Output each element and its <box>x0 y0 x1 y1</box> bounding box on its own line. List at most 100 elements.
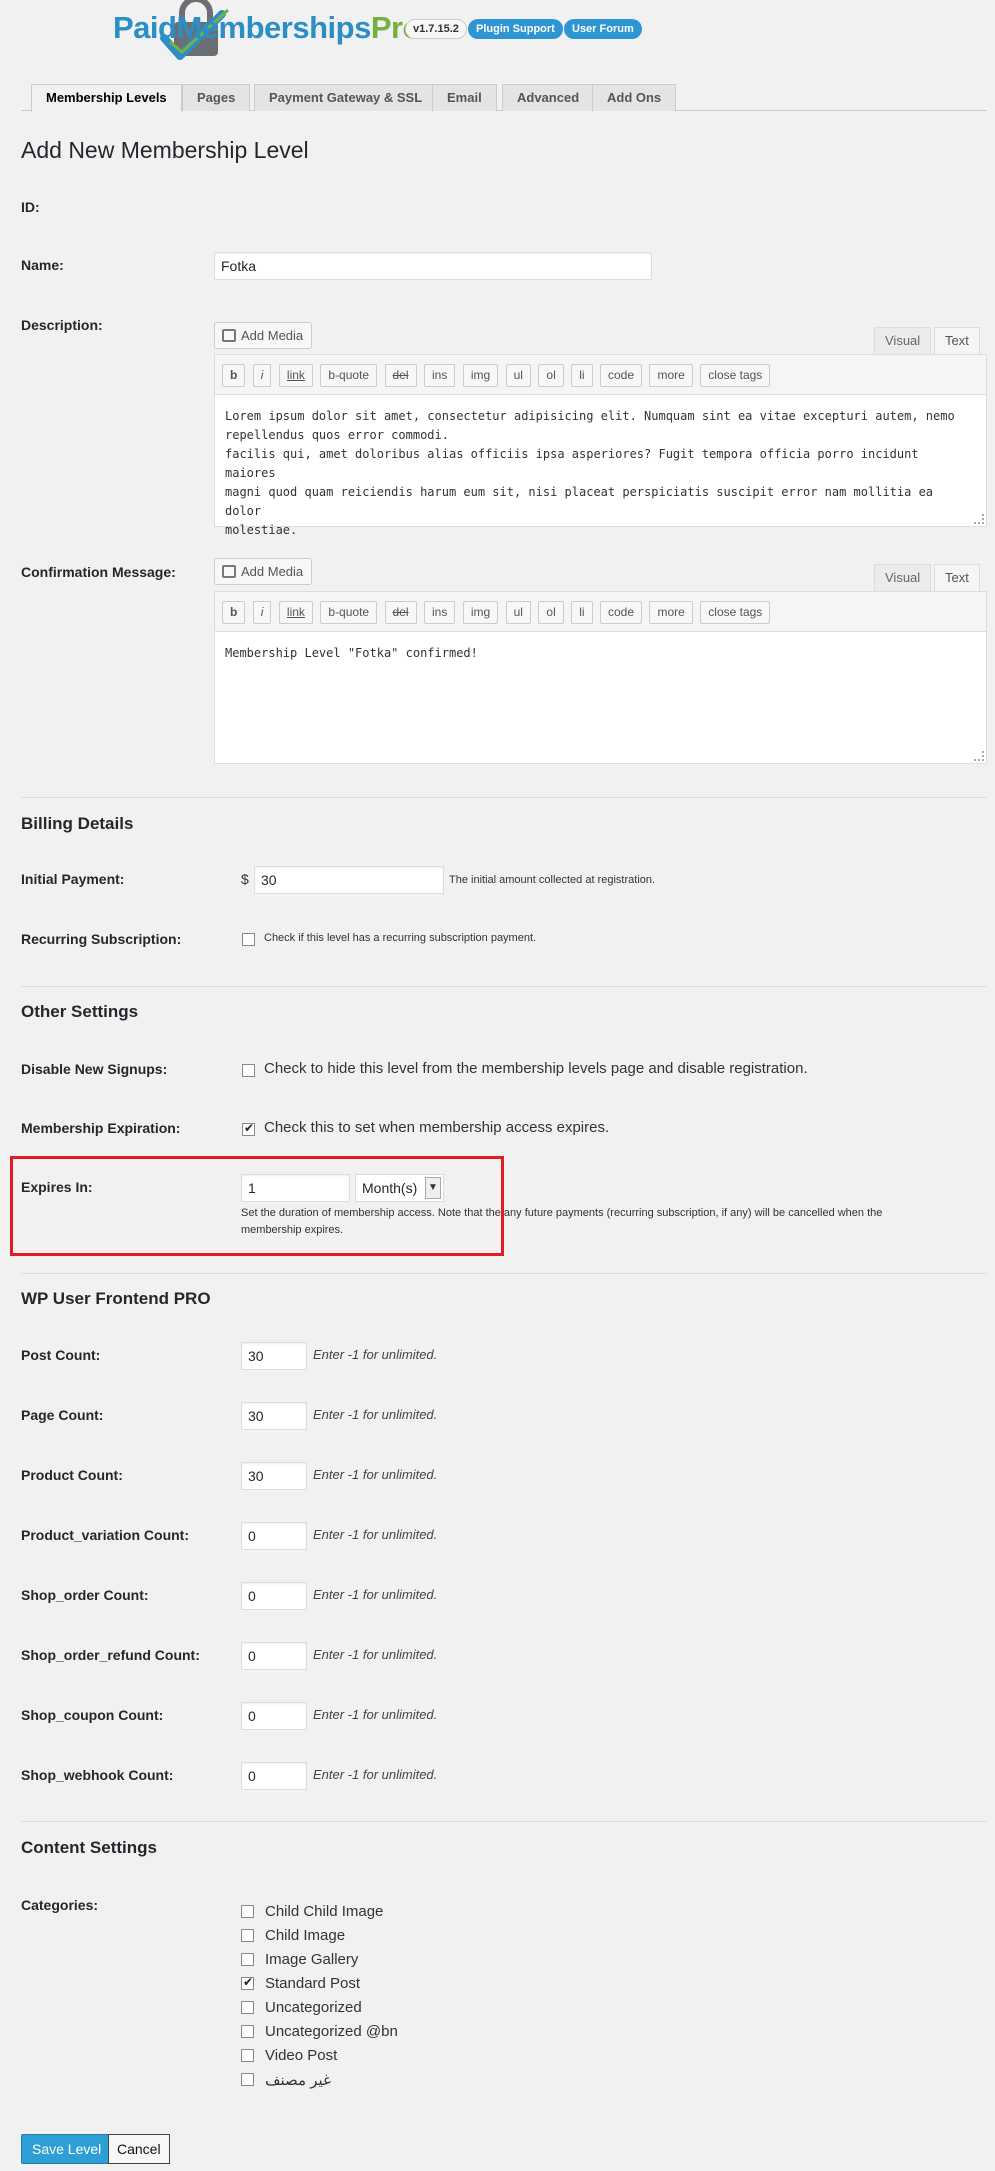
categories-label: Categories: <box>21 1897 99 1913</box>
qt-close-tags-button[interactable]: close tags <box>700 364 771 387</box>
qt-ul-button[interactable]: ul <box>505 364 531 387</box>
divider <box>21 986 987 987</box>
qt-code-button[interactable]: code <box>600 601 643 624</box>
recurring-hint: Check if this level has a recurring subs… <box>264 932 537 944</box>
tab-email[interactable]: Email <box>432 84 497 111</box>
description-textarea[interactable]: Lorem ipsum dolor sit amet, consectetur … <box>215 395 986 552</box>
product-count-hint: Enter -1 for unlimited. <box>313 1467 438 1482</box>
version-badge: v1.7.15.2 <box>405 19 467 39</box>
expires-in-number-input[interactable]: 1 <box>241 1174 350 1202</box>
product-count-label: Product Count: <box>21 1467 123 1483</box>
qt-bold-button[interactable]: b <box>222 364 246 387</box>
user-forum-button[interactable]: User Forum <box>564 19 642 39</box>
qt-link-button[interactable]: link <box>278 601 313 624</box>
qt-close-tags-button[interactable]: close tags <box>700 601 771 624</box>
category-checkbox[interactable] <box>241 1953 254 1966</box>
initial-payment-input[interactable]: 30 <box>254 866 444 894</box>
category-checkbox[interactable] <box>241 1929 254 1942</box>
qt-more-button[interactable]: more <box>649 601 693 624</box>
resize-handle-icon[interactable] <box>974 514 984 524</box>
shop-order-count-input[interactable]: 0 <box>241 1582 307 1610</box>
qt-del-button[interactable]: del <box>384 601 417 624</box>
confirmation-editor[interactable]: b i link b-quote del ins img ul ol li co… <box>214 591 987 764</box>
confirmation-text-tab[interactable]: Text <box>934 564 980 591</box>
plugin-header: PaidMembershipsPro v1.7.15.2 Plugin Supp… <box>21 0 987 84</box>
qt-ins-button[interactable]: ins <box>424 364 456 387</box>
qt-ins-button[interactable]: ins <box>424 601 456 624</box>
qt-bold-button[interactable]: b <box>222 601 246 624</box>
category-checkbox[interactable] <box>241 2049 254 2062</box>
qt-italic-button[interactable]: i <box>252 601 272 624</box>
description-add-media-button[interactable]: Add Media <box>214 322 313 349</box>
post-count-label: Post Count: <box>21 1347 101 1363</box>
description-text-tab[interactable]: Text <box>934 327 980 354</box>
tab-add-ons[interactable]: Add Ons <box>592 84 677 111</box>
shop-order-refund-count-input[interactable]: 0 <box>241 1642 307 1670</box>
description-editor[interactable]: b i link b-quote del ins img ul ol li co… <box>214 354 987 537</box>
qt-ol-button[interactable]: ol <box>538 601 564 624</box>
qt-ol-button[interactable]: ol <box>538 364 564 387</box>
confirmation-visual-tab[interactable]: Visual <box>874 564 932 591</box>
shop-coupon-count-hint: Enter -1 for unlimited. <box>313 1707 438 1722</box>
qt-ul-button[interactable]: ul <box>505 601 531 624</box>
media-icon <box>222 565 236 578</box>
category-name: Standard Post <box>265 1975 361 1992</box>
expires-in-hint-line1: Set the duration of membership access. N… <box>241 1207 883 1219</box>
content-settings-heading: Content Settings <box>21 1838 157 1857</box>
qt-more-button[interactable]: more <box>649 364 693 387</box>
resize-handle-icon[interactable] <box>974 751 984 761</box>
divider <box>21 797 987 798</box>
shop-order-refund-count-hint: Enter -1 for unlimited. <box>313 1647 438 1662</box>
plugin-support-button[interactable]: Plugin Support <box>468 19 563 39</box>
disable-signups-label: Disable New Signups: <box>21 1061 168 1077</box>
tab-membership-levels[interactable]: Membership Levels <box>31 84 182 112</box>
disable-signups-checkbox[interactable] <box>242 1064 255 1077</box>
category-name: Uncategorized @bn <box>265 2023 398 2040</box>
confirmation-add-media-button[interactable]: Add Media <box>214 558 313 585</box>
qt-blockquote-button[interactable]: b-quote <box>320 601 378 624</box>
page-count-input[interactable]: 30 <box>241 1402 307 1430</box>
qt-blockquote-button[interactable]: b-quote <box>320 364 378 387</box>
product-variation-count-label: Product_variation Count: <box>21 1527 190 1543</box>
cancel-button[interactable]: Cancel <box>108 2134 170 2164</box>
qt-del-button[interactable]: del <box>384 364 417 387</box>
qt-code-button[interactable]: code <box>600 364 643 387</box>
save-level-button[interactable]: Save Level <box>21 2134 113 2164</box>
page: PaidMembershipsPro v1.7.15.2 Plugin Supp… <box>0 0 995 2164</box>
qt-img-button[interactable]: img <box>462 364 499 387</box>
membership-expiration-checkbox[interactable] <box>242 1121 255 1136</box>
logo-word-paid: Paid <box>113 10 177 45</box>
category-checkbox[interactable] <box>241 1975 254 1990</box>
qt-img-button[interactable]: img <box>462 601 499 624</box>
tab-pages[interactable]: Pages <box>182 84 251 111</box>
shop-coupon-count-label: Shop_coupon Count: <box>21 1707 164 1723</box>
product-count-input[interactable]: 30 <box>241 1462 307 1490</box>
page-count-hint: Enter -1 for unlimited. <box>313 1407 438 1422</box>
description-quicktags: b i link b-quote del ins img ul ol li co… <box>215 355 986 395</box>
qt-li-button[interactable]: li <box>571 364 593 387</box>
tab-advanced[interactable]: Advanced <box>502 84 595 111</box>
category-checkbox[interactable] <box>241 2001 254 2014</box>
shop-webhook-count-hint: Enter -1 for unlimited. <box>313 1767 438 1782</box>
page-count-label: Page Count: <box>21 1407 104 1423</box>
category-checkbox[interactable] <box>241 1905 254 1918</box>
category-name: Video Post <box>265 2047 338 2064</box>
recurring-checkbox[interactable] <box>242 933 255 946</box>
chevron-down-icon: ▼ <box>425 1177 441 1199</box>
name-input[interactable]: Fotka <box>214 252 652 280</box>
tab-payment-gateway[interactable]: Payment Gateway & SSL <box>254 84 438 111</box>
qt-li-button[interactable]: li <box>571 601 593 624</box>
description-visual-tab[interactable]: Visual <box>874 327 932 354</box>
qt-link-button[interactable]: link <box>278 364 313 387</box>
category-checkbox[interactable] <box>241 2073 254 2086</box>
confirmation-textarea[interactable]: Membership Level "Fotka" confirmed! <box>215 632 986 675</box>
qt-italic-button[interactable]: i <box>252 364 272 387</box>
category-checkbox[interactable] <box>241 2025 254 2038</box>
product-variation-count-input[interactable]: 0 <box>241 1522 307 1550</box>
shop-coupon-count-input[interactable]: 0 <box>241 1702 307 1730</box>
logo-word-memberships: Memberships <box>176 10 371 45</box>
shop-webhook-count-input[interactable]: 0 <box>241 1762 307 1790</box>
settings-tabs: Membership Levels Pages Payment Gateway … <box>21 84 987 112</box>
expires-in-unit-select[interactable]: Month(s) ▼ <box>355 1174 444 1202</box>
post-count-input[interactable]: 30 <box>241 1342 307 1370</box>
